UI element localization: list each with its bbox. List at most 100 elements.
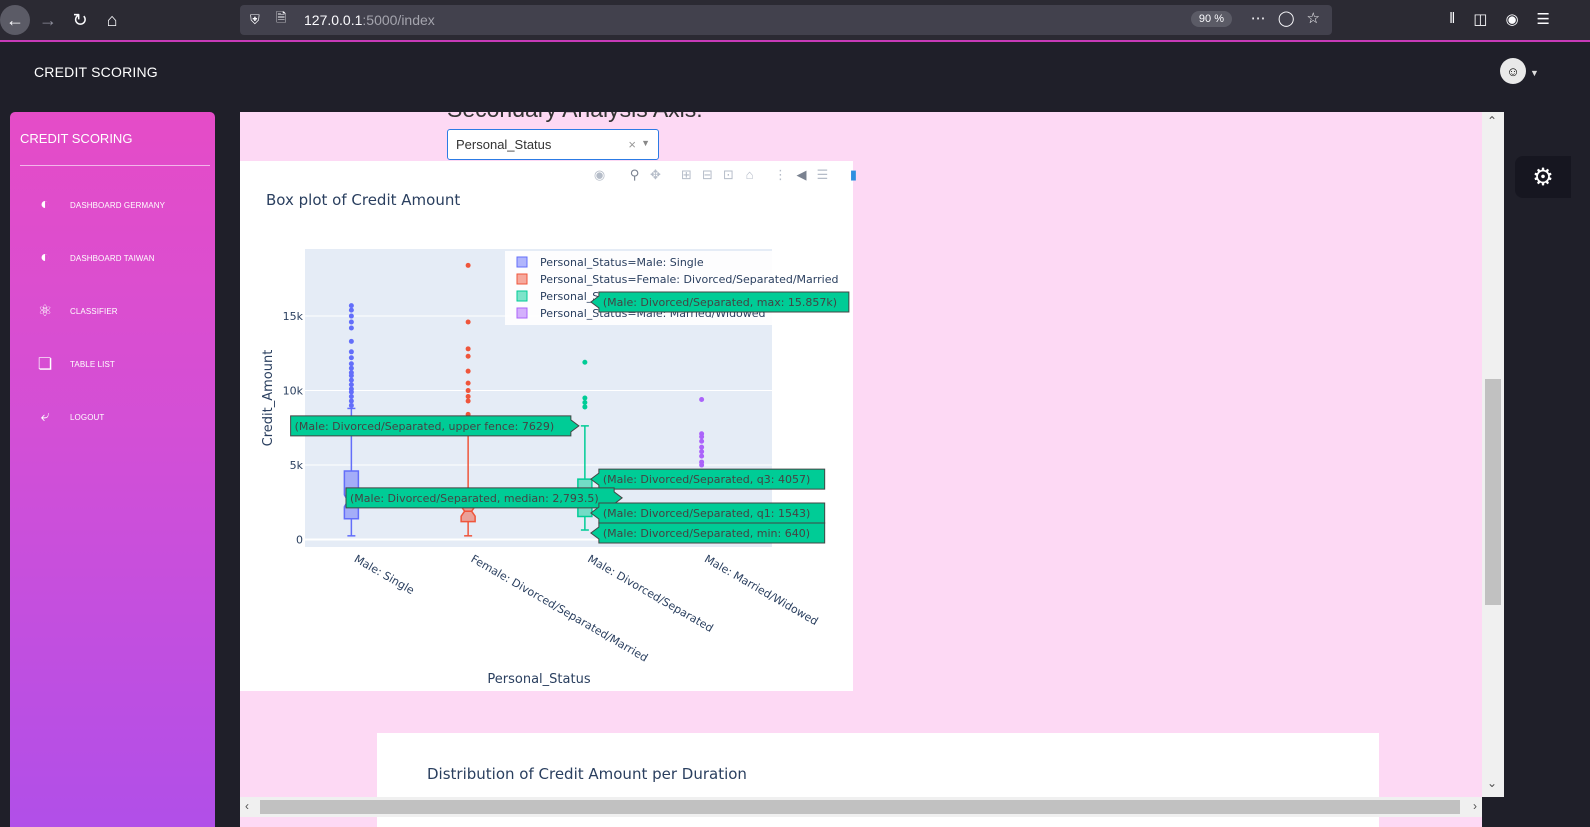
outlier-point [465,319,471,325]
sidebar-item-label: DASHBOARD TAIWAN [70,253,155,263]
chevron-down-icon[interactable]: ▼ [1530,68,1539,78]
y-tick-label: 15k [283,310,304,323]
forward-arrow-icon[interactable]: → [34,6,62,34]
pie-chart-icon: ◐ [40,249,50,266]
x-tick-label: Male: Divorced/Separated [585,552,715,635]
more-dots-icon[interactable]: ⋯ [1251,9,1266,27]
plot-modebar: ◉ ⚲ ✥ ⊞ ⊟ ⊡ ⌂ ⋮ ◀ ☰ ▮ [592,167,861,183]
sidebar-item-dashboard-germany[interactable]: ◐ DASHBOARD GERMANY [34,190,204,220]
outlier-point [348,386,354,392]
bookmark-star-icon[interactable]: ☆ [1307,9,1320,27]
back-arrow-icon[interactable]: ← [0,5,30,35]
scroll-right-icon[interactable]: › [1473,799,1477,813]
scrollbar-thumb[interactable] [1485,379,1501,605]
hover-text: (Male: Divorced/Separated, upper fence: … [295,420,555,433]
sidebar: CREDIT SCORING ◐ DASHBOARD GERMANY ◐ DAS… [10,112,215,827]
menu-icon[interactable]: ☰ [1537,10,1550,28]
y-axis-label: Credit_Amount [261,350,276,447]
sidebar-item-table-list[interactable]: ❏ TABLE LIST [34,349,204,379]
scroll-up-icon[interactable]: ⌃ [1487,114,1497,128]
zoom-out-icon[interactable]: ⊟ [700,167,715,183]
outlier-point [699,438,705,444]
clear-icon[interactable]: × [628,137,636,152]
plotly-logo-icon[interactable]: ▮ [846,167,861,183]
hover-label: (Male: Divorced/Separated, min: 640) [590,522,826,544]
y-tick-label: 0 [296,534,303,547]
hover-text: (Male: Divorced/Separated, median: 2,793… [350,492,599,505]
pie-chart-icon: ◐ [40,196,50,213]
secondary-axis-select[interactable]: Personal_Status × ▼ [447,129,659,160]
sidebar-item-classifier[interactable]: ⚛ CLASSIFIER [34,296,204,326]
outlier-point [348,402,354,408]
sidebar-item-dashboard-taiwan[interactable]: ◐ DASHBOARD TAIWAN [34,243,204,273]
outlier-point [348,382,354,388]
sidebar-brand[interactable]: CREDIT SCORING [20,131,132,146]
outlier-point [699,431,705,437]
outlier-point [465,398,471,404]
shield-icon[interactable]: ⛨ [250,12,268,28]
legend-swatch [516,307,528,319]
chevron-down-icon[interactable]: ▼ [641,138,650,148]
outlier-point [582,395,588,401]
hover-closest-icon[interactable]: ◀ [794,167,809,183]
avatar[interactable]: ☺ [1500,58,1526,84]
outlier-point [348,307,354,313]
sidebar-item-label: CLASSIFIER [70,306,118,316]
hover-label: (Male: Divorced/Separated, median: 2,793… [345,487,623,509]
library-icon[interactable]: ‖ [1449,10,1455,28]
outlier-point [465,368,471,374]
section-title: Secondary Analysis Axis: [447,112,703,123]
outlier-point [348,370,354,376]
main-content: Secondary Analysis Axis: Personal_Status… [240,112,1482,827]
card2-title: Distribution of Credit Amount per Durati… [427,765,747,783]
account-icon[interactable]: ◉ [1505,10,1518,28]
vertical-scrollbar[interactable]: ⌃ ⌄ [1482,112,1504,797]
outlier-point [348,319,354,325]
address-bar[interactable]: ⛨ 🗎 127.0.0.1:5000/index 90 % ⋯ ◯ ☆ [240,5,1332,35]
outlier-point [699,396,705,402]
page-icon: 🗎 [276,10,287,25]
hover-text: (Male: Divorced/Separated, max: 15.857k) [603,296,837,309]
zoom-in-icon[interactable]: ⊞ [679,167,694,183]
reset-axes-icon[interactable]: ⌂ [742,167,757,183]
autoscale-icon[interactable]: ⊡ [721,167,736,183]
legend-entry: Personal_Status=Female: Divorced/Separat… [540,273,838,286]
atom-icon: ⚛ [37,303,53,320]
outlier-point [582,404,588,410]
hover-compare-icon[interactable]: ☰ [815,167,830,183]
box-body [460,503,476,523]
scroll-down-icon[interactable]: ⌄ [1487,776,1497,790]
zoom-badge[interactable]: 90 % [1190,11,1232,27]
pan-icon[interactable]: ✥ [648,167,663,183]
sidebar-toggle-icon[interactable]: ◫ [1473,10,1487,28]
hover-label: (Male: Divorced/Separated, q1: 1543) [590,502,826,524]
outlier-point [348,349,354,355]
legend-swatch [516,290,528,302]
scrollbar-thumb[interactable] [260,800,1460,814]
home-icon[interactable]: ⌂ [98,6,126,34]
gear-icon[interactable]: ⚙ [1515,156,1571,198]
outlier-point [699,459,705,465]
camera-icon[interactable]: ◉ [592,167,607,183]
y-tick-label: 10k [283,385,304,398]
outlier-point [465,388,471,394]
url-text[interactable]: 127.0.0.1:5000/index [304,12,435,28]
sidebar-item-logout[interactable]: ⤶ LOGOUT [34,402,204,432]
hover-text: (Male: Divorced/Separated, q3: 4057) [603,473,810,486]
box-plot-svg: Box plot of Credit Amount 0 5k 10k 15k Male… [261,191,853,687]
reload-icon[interactable]: ↻ [66,6,94,34]
sidebar-item-label: DASHBOARD GERMANY [70,200,166,210]
spike-lines-icon[interactable]: ⋮ [773,167,788,183]
zoom-icon[interactable]: ⚲ [627,167,642,183]
outlier-point [465,394,471,400]
hover-label: (Male: Divorced/Separated, max: 15.857k) [590,291,850,313]
navbar-brand[interactable]: CREDIT SCORING [34,64,158,80]
outlier-point [348,355,354,361]
scroll-left-icon[interactable]: ‹ [245,799,249,813]
outlier-point [348,394,354,400]
hover-text: (Male: Divorced/Separated, q1: 1543) [603,507,810,520]
outlier-point [348,377,354,383]
pocket-icon[interactable]: ◯ [1278,9,1295,27]
horizontal-scrollbar[interactable]: ‹ › [240,797,1482,817]
chart-title: Box plot of Credit Amount [266,191,460,209]
